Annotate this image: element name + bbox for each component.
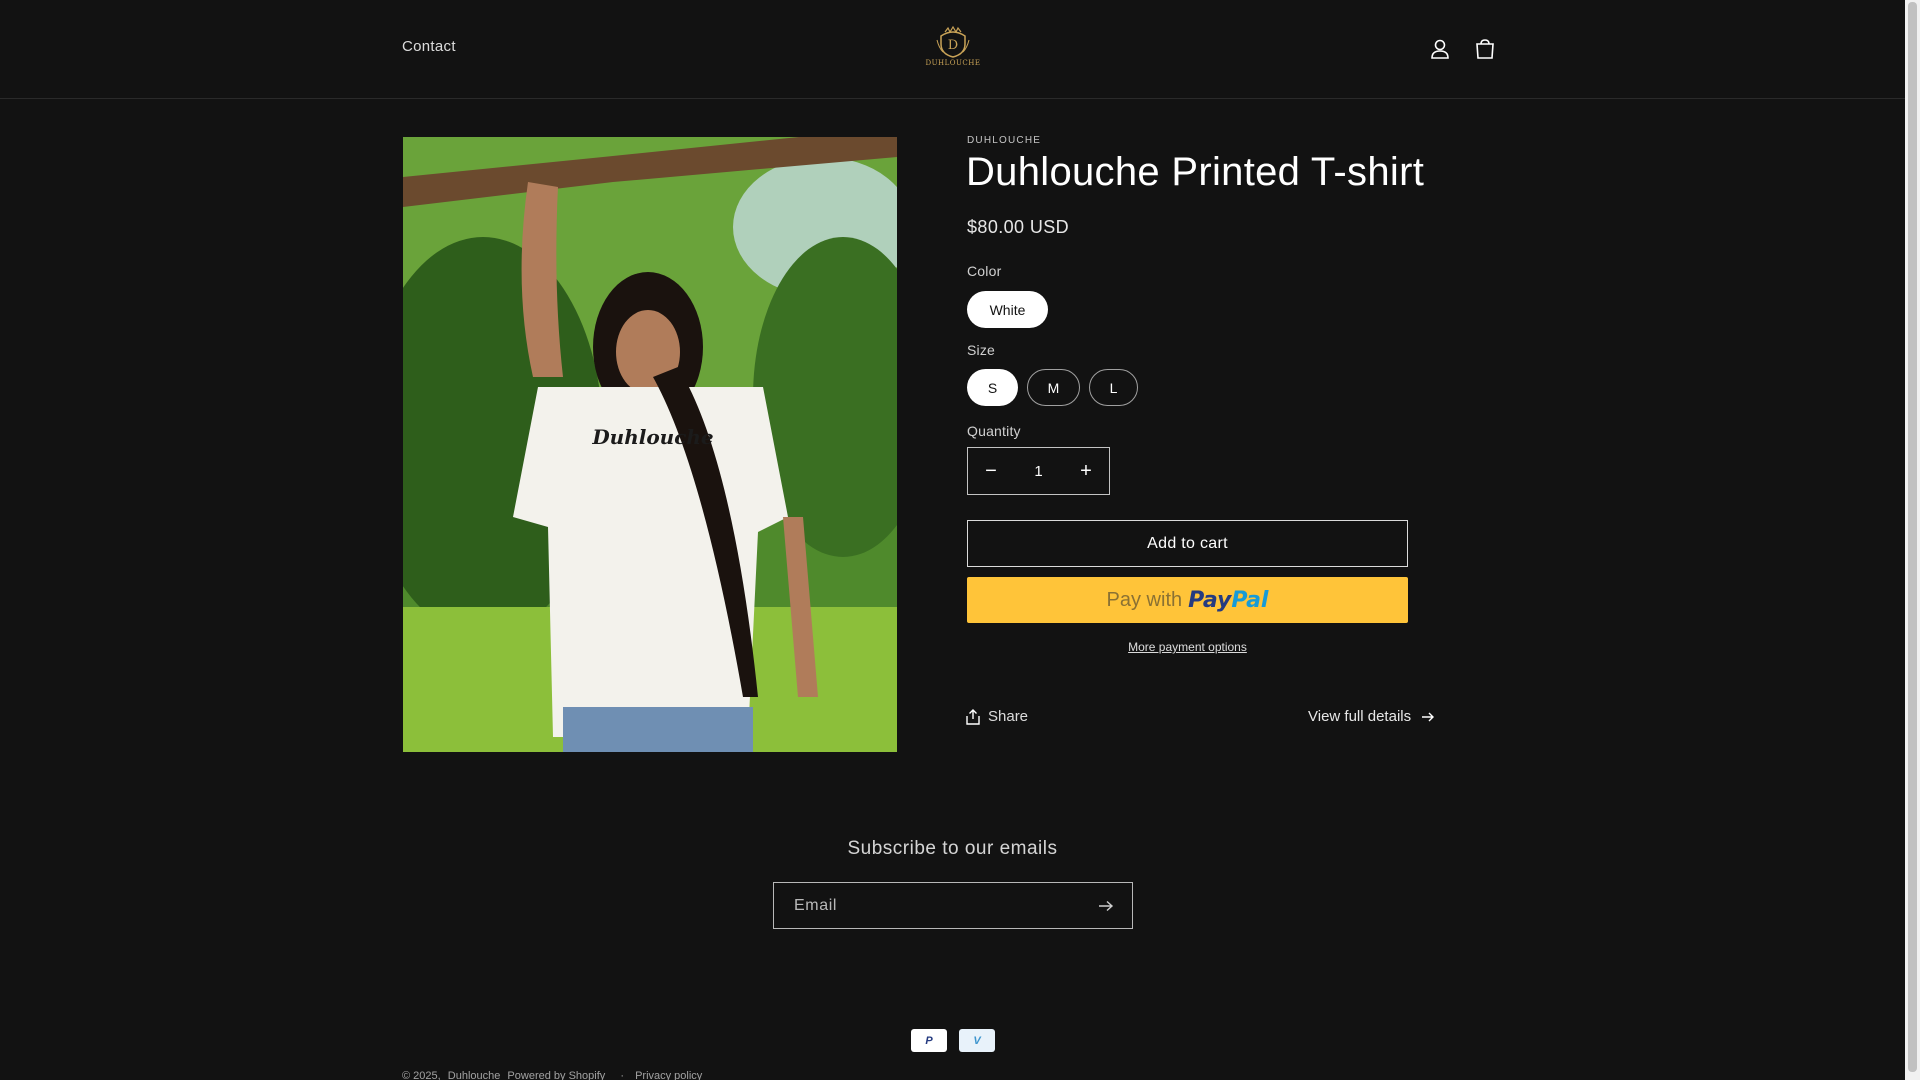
paypal-button[interactable]: Pay with PayPal [967, 577, 1408, 623]
footer-separator: · [620, 1070, 624, 1080]
product-image[interactable]: Duhlouche [403, 137, 897, 752]
footer-copyright: © 2025, Duhlouche Powered by Shopify · P… [402, 1070, 706, 1080]
newsletter-title: Subscribe to our emails [847, 838, 1058, 859]
paypal-payment-icon: P [911, 1029, 947, 1052]
view-full-details-label: View full details [1308, 708, 1412, 725]
logo-crest-icon: D [936, 26, 970, 58]
copyright-text: © 2025, [402, 1070, 441, 1080]
newsletter-submit-button[interactable] [1088, 883, 1124, 928]
share-icon [966, 708, 980, 725]
site-header: Contact D DUHLOUCHE [0, 0, 1905, 99]
cart-icon[interactable] [1472, 36, 1498, 62]
product-price: $80.00 USD [967, 217, 1070, 237]
powered-by-link[interactable]: Powered by Shopify [507, 1070, 605, 1080]
product-title: Duhlouche Printed T-shirt [966, 150, 1425, 194]
quantity-decrease-button[interactable]: − [968, 448, 1014, 494]
newsletter-email-input[interactable] [774, 883, 1084, 928]
privacy-policy-link[interactable]: Privacy policy [635, 1070, 702, 1080]
product-photo: Duhlouche [403, 137, 897, 752]
size-option-m[interactable]: M [1027, 369, 1080, 406]
share-label: Share [988, 708, 1029, 725]
color-label: Color [967, 263, 1002, 279]
paypal-logo: PayPal [1188, 587, 1269, 613]
scrollbar-thumb[interactable] [1908, 2, 1917, 1072]
account-icon[interactable] [1427, 36, 1453, 62]
arrow-right-icon [1099, 900, 1114, 911]
more-payment-options-link[interactable]: More payment options [967, 640, 1408, 654]
size-option-l[interactable]: L [1089, 369, 1138, 406]
page-scrollbar[interactable] [1905, 0, 1920, 1080]
product-vendor: DUHLOUCHE [967, 135, 1042, 146]
add-to-cart-button[interactable]: Add to cart [967, 520, 1408, 567]
logo-monogram: D [948, 38, 958, 53]
quantity-label: Quantity [967, 423, 1021, 439]
logo-wordmark: DUHLOUCHE [925, 59, 981, 67]
page: Contact D DUHLOUCHE Duhlouche DUHLOUCHE … [0, 0, 1920, 1080]
view-full-details-link[interactable]: View full details [1308, 708, 1435, 725]
store-name-link[interactable]: Duhlouche [448, 1070, 501, 1080]
color-option-white[interactable]: White [967, 291, 1048, 328]
shirt-print-text: Duhlouche [591, 425, 713, 449]
quantity-stepper: − 1 + [967, 447, 1110, 495]
quantity-input[interactable]: 1 [1014, 448, 1063, 494]
paypal-pay-with-text: Pay with [1106, 588, 1183, 611]
size-option-s[interactable]: S [967, 369, 1018, 406]
nav-contact-link[interactable]: Contact [402, 38, 456, 55]
arrow-right-icon [1422, 712, 1435, 721]
venmo-payment-icon: V [959, 1029, 995, 1052]
store-logo[interactable]: D DUHLOUCHE [926, 26, 980, 74]
share-button[interactable]: Share [966, 708, 1028, 725]
quantity-increase-button[interactable]: + [1063, 448, 1109, 494]
payment-icons: P V [911, 1029, 995, 1052]
newsletter-form [773, 882, 1133, 929]
size-label: Size [967, 342, 996, 358]
